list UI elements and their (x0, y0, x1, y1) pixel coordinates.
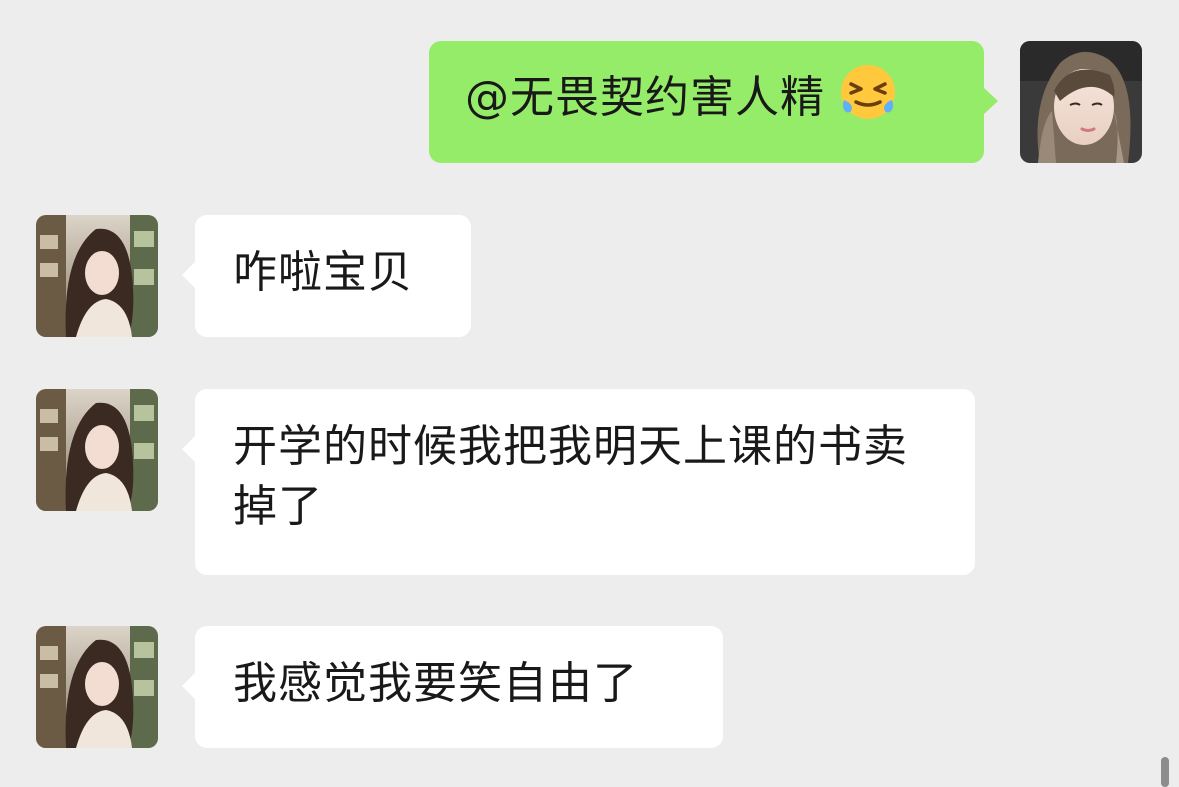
message-text: 咋啦宝贝 (233, 247, 413, 298)
incoming-message-bubble[interactable]: 开学的时候我把我明天上课的书卖掉了 (182, 389, 975, 575)
my-avatar[interactable] (1020, 41, 1142, 163)
incoming-message-bubble[interactable]: 咋啦宝贝 (182, 215, 471, 337)
crying-laughing-face-icon (837, 62, 899, 138)
contact-avatar[interactable] (36, 626, 158, 748)
incoming-message-bubble[interactable]: 我感觉我要笑自由了 (182, 626, 723, 748)
scrollbar[interactable] (1161, 757, 1169, 787)
contact-avatar[interactable] (36, 389, 158, 511)
message-text: 开学的时候我把我明天上课的书卖掉了 (233, 421, 908, 532)
outgoing-message-bubble[interactable]: @无畏契约害人精 (429, 41, 998, 163)
message-text: @无畏契约害人精 (465, 72, 825, 123)
message-text: 我感觉我要笑自由了 (233, 658, 638, 709)
contact-avatar[interactable] (36, 215, 158, 337)
